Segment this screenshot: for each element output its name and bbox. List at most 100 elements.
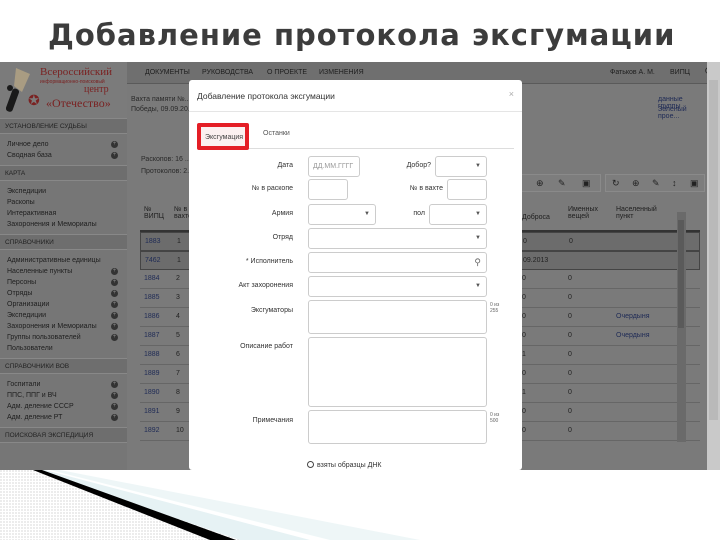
row-id[interactable]: 7462 <box>145 257 161 264</box>
plus-icon[interactable]: + <box>111 268 118 275</box>
checkbox-icon[interactable] <box>307 461 314 468</box>
row-id[interactable]: 1887 <box>144 332 160 339</box>
sidebar-item-expeditions[interactable]: Экспедиции <box>0 186 127 197</box>
user-name[interactable]: Фатькoв А. М. <box>610 69 655 76</box>
row-id[interactable]: 1890 <box>144 389 160 396</box>
sidebar-item-ref-burials[interactable]: Захоронения и Мемориалы + <box>0 321 127 332</box>
vakhta-number-label: № в вахте <box>409 185 443 192</box>
row-id[interactable]: 1891 <box>144 408 160 415</box>
column-header[interactable]: № ВИПЦ <box>144 206 168 220</box>
plus-icon[interactable]: + <box>111 392 118 399</box>
sex-label: пол <box>413 210 425 217</box>
army-select[interactable]: ▼ <box>308 204 376 225</box>
row-id[interactable]: 1886 <box>144 313 160 320</box>
description-textarea[interactable] <box>308 337 487 407</box>
sidebar-item-hospitals[interactable]: Госпитали + <box>0 379 127 390</box>
tab-exhumation[interactable]: Эксгумация <box>197 123 249 150</box>
column-header[interactable]: Населенный пункт <box>616 206 666 220</box>
column-header[interactable]: Именных вещей <box>568 206 608 220</box>
caret-down-icon: ▼ <box>475 163 481 169</box>
sidebar-item-users[interactable]: Пользователи <box>0 343 127 354</box>
plus-icon[interactable]: + <box>111 323 118 330</box>
column-header[interactable]: Доброса <box>522 214 550 221</box>
close-icon[interactable]: × <box>509 89 514 99</box>
sidebar-item-label: ППС, ППГ и ВЧ <box>7 392 57 399</box>
tab-remains[interactable]: Останки <box>263 130 290 137</box>
row-id[interactable]: 1884 <box>144 275 160 282</box>
add-icon[interactable]: ⊕ <box>536 178 544 189</box>
row-id[interactable]: 1889 <box>144 370 160 377</box>
nav-changes[interactable]: Изменения <box>319 69 364 76</box>
plus-icon[interactable]: + <box>111 381 118 388</box>
nav-about[interactable]: О проекте <box>267 69 307 76</box>
plus-icon[interactable]: + <box>111 301 118 308</box>
image-icon[interactable]: ▣ <box>690 178 699 189</box>
edit-icon[interactable]: ✎ <box>652 178 660 189</box>
sidebar-item-organizations[interactable]: Организации + <box>0 299 127 310</box>
sidebar-item-label: Административные единицы <box>7 257 101 264</box>
sidebar-item-adm-rt[interactable]: Адм. деление РТ + <box>0 412 127 423</box>
add-exhumation-modal: Добавление протокола эксгумации × Эксгум… <box>189 80 522 470</box>
plus-icon[interactable]: + <box>111 152 118 159</box>
row-id[interactable]: 1883 <box>145 238 161 245</box>
squad-select[interactable]: ▼ <box>308 228 487 249</box>
exhumators-textarea[interactable] <box>308 300 487 334</box>
row-id[interactable]: 1888 <box>144 351 160 358</box>
nav-documents[interactable]: Документы <box>145 69 190 76</box>
plus-icon[interactable]: + <box>111 290 118 297</box>
logo[interactable]: ✪ Всероссийский информационно-поисковый … <box>0 62 127 118</box>
vakhta-number-input[interactable] <box>447 179 487 200</box>
date-input[interactable]: ДД.ММ.ГГГГ <box>308 156 360 177</box>
sex-select[interactable]: ▼ <box>429 204 487 225</box>
plus-icon[interactable]: + <box>111 312 118 319</box>
right-line2[interactable]: Зеленый прое... <box>658 106 707 120</box>
row-id[interactable]: 1885 <box>144 294 160 301</box>
burial-act-select[interactable]: ▼ <box>308 276 487 297</box>
notes-label: Примечания <box>252 417 293 424</box>
sidebar-item-ref-expeditions[interactable]: Экспедиции + <box>0 310 127 321</box>
row-id[interactable]: 1892 <box>144 427 160 434</box>
sidebar-item-persons[interactable]: Персоны + <box>0 277 127 288</box>
sidebar-item-admin-units[interactable]: Административные единицы <box>0 255 127 266</box>
plus-icon[interactable]: + <box>111 279 118 286</box>
sidebar-item-excavations[interactable]: Раскопы <box>0 197 127 208</box>
add-icon[interactable]: ⊕ <box>632 178 640 189</box>
page-scrollbar[interactable] <box>707 62 720 470</box>
executor-input[interactable]: ⚲ <box>308 252 487 273</box>
sidebar-item-user-groups[interactable]: Группы пользователей + <box>0 332 127 343</box>
plus-icon[interactable]: + <box>111 403 118 410</box>
sidebar-item-settlements[interactable]: Населенные пункты + <box>0 266 127 277</box>
row-place[interactable]: Очердыня <box>616 313 650 320</box>
raskop-number-input[interactable] <box>308 179 348 200</box>
notes-textarea[interactable] <box>308 410 487 444</box>
nav-manuals[interactable]: Руководства <box>202 69 253 76</box>
sidebar-item-summary-base[interactable]: Сводная база + <box>0 150 127 161</box>
dna-checkbox[interactable]: взяты образцы ДНК <box>307 461 382 469</box>
sidebar-item-label: Населенные пункты <box>7 268 73 275</box>
sidebar-item-interactive[interactable]: Интерактивная <box>0 208 127 219</box>
table-scrollbar[interactable] <box>677 212 686 442</box>
sort-icon[interactable]: ↕ <box>672 178 677 188</box>
sidebar-section-title: Установление судьбы <box>0 118 127 134</box>
org-name[interactable]: ВИПЦ <box>670 69 690 76</box>
image-icon[interactable]: ▣ <box>582 178 591 189</box>
sidebar-item-label: Сводная база <box>7 152 52 159</box>
logo-line3: центр <box>84 84 109 95</box>
caret-down-icon: ▼ <box>364 211 370 217</box>
plus-icon[interactable]: + <box>111 141 118 148</box>
refresh-icon[interactable]: ↻ <box>612 178 620 189</box>
caret-down-icon: ▼ <box>475 211 481 217</box>
row-place[interactable]: Очердыня <box>616 332 650 339</box>
row-dobor: 1 <box>522 351 526 358</box>
sidebar-item-burials[interactable]: Захоронения и Мемориалы <box>0 219 127 230</box>
search-icon[interactable]: ⚲ <box>474 257 481 268</box>
sidebar-item-squads[interactable]: Отряды + <box>0 288 127 299</box>
row-items: 0 <box>568 294 572 301</box>
sidebar-item-personal-file[interactable]: Личное дело + <box>0 139 127 150</box>
sidebar-item-adm-ussr[interactable]: Адм. деление СССР + <box>0 401 127 412</box>
sidebar-item-pps[interactable]: ППС, ППГ и ВЧ + <box>0 390 127 401</box>
plus-icon[interactable]: + <box>111 334 118 341</box>
plus-icon[interactable]: + <box>111 414 118 421</box>
edit-icon[interactable]: ✎ <box>558 178 566 189</box>
dobor-select[interactable]: ▼ <box>435 156 487 177</box>
